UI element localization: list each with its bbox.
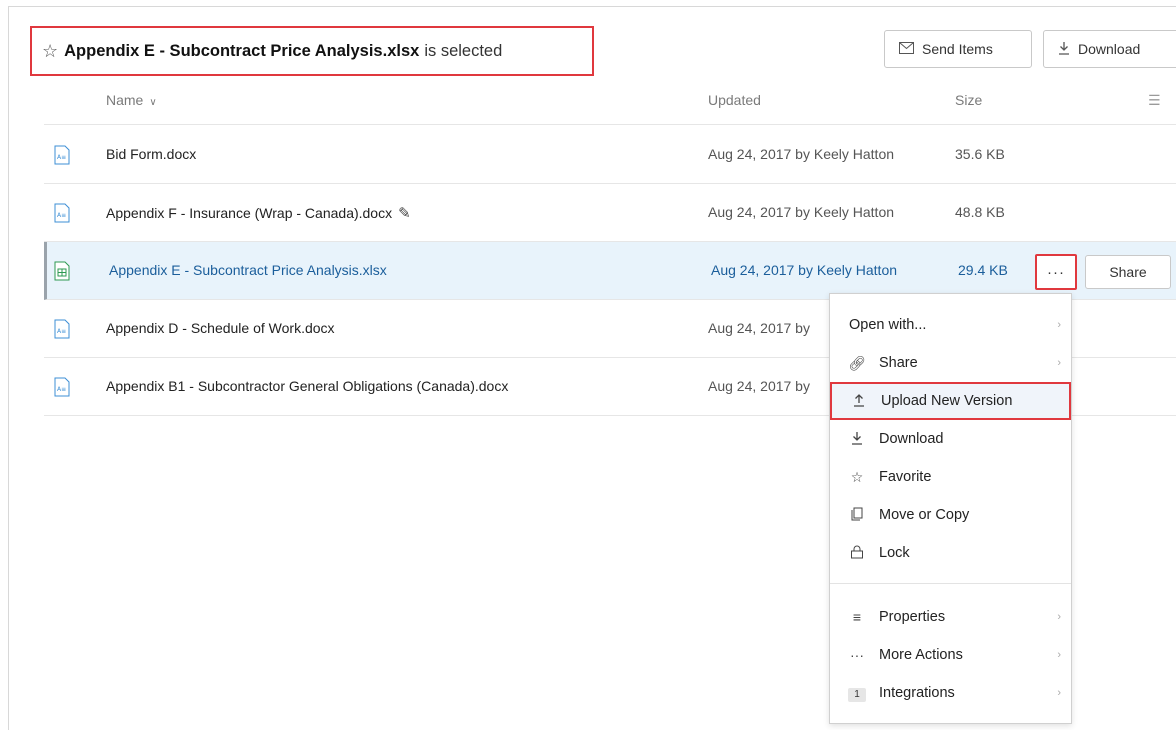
integrations-badge: 1	[848, 684, 866, 702]
file-name[interactable]: Bid Form.docx	[106, 146, 196, 162]
column-updated[interactable]: Updated	[708, 92, 761, 108]
file-updated: Aug 24, 2017 by	[708, 320, 810, 336]
star-icon: ☆	[850, 468, 864, 485]
menu-item-lock[interactable]: Lock	[830, 534, 1073, 572]
column-size[interactable]: Size	[955, 92, 982, 108]
context-menu: Open with... › 🔗︎ Share › Upload New Ver…	[829, 293, 1072, 724]
svg-text:A≡: A≡	[57, 328, 66, 335]
pencil-icon: ✎	[398, 205, 411, 222]
file-size: 35.6 KB	[955, 146, 1005, 162]
upload-icon	[850, 393, 868, 410]
menu-item-upload-new-version[interactable]: Upload New Version	[830, 382, 1071, 420]
menu-item-properties[interactable]: ≡ Properties ›	[830, 598, 1073, 636]
xlsx-file-icon	[54, 261, 70, 281]
file-name[interactable]: Appendix B1 - Subcontractor General Obli…	[106, 378, 508, 394]
docx-file-icon: A≡	[54, 145, 70, 165]
table-row[interactable]: A≡ Appendix F - Insurance (Wrap - Canada…	[44, 184, 1176, 242]
column-name[interactable]: Name ∨	[106, 92, 157, 108]
file-name[interactable]: Appendix F - Insurance (Wrap - Canada).d…	[106, 205, 392, 221]
file-updated: Aug 24, 2017 by Keely Hatton	[711, 262, 898, 278]
menu-divider	[830, 583, 1071, 584]
file-updated: Aug 24, 2017 by Keely Hatton	[708, 204, 895, 220]
file-name[interactable]: Appendix E - Subcontract Price Analysis.…	[109, 262, 387, 278]
menu-item-more-actions[interactable]: ··· More Actions ›	[830, 636, 1073, 674]
menu-item-open-with[interactable]: Open with... ›	[830, 306, 1073, 344]
chevron-down-icon: ∨	[149, 97, 157, 108]
selected-suffix: is selected	[424, 41, 503, 60]
chevron-right-icon: ›	[1057, 649, 1061, 661]
chevron-right-icon: ›	[1057, 357, 1061, 369]
table-row-selected[interactable]: Appendix E - Subcontract Price Analysis.…	[44, 242, 1176, 300]
file-name[interactable]: Appendix D - Schedule of Work.docx	[106, 320, 335, 336]
menu-item-move-or-copy[interactable]: Move or Copy	[830, 496, 1073, 534]
envelope-icon	[899, 41, 914, 57]
table-row[interactable]: A≡ Bid Form.docx Aug 24, 2017 by Keely H…	[44, 126, 1176, 184]
chevron-right-icon: ›	[1057, 319, 1061, 331]
svg-text:A≡: A≡	[57, 212, 66, 219]
download-button[interactable]: Download	[1043, 30, 1176, 68]
star-icon[interactable]: ☆	[42, 41, 58, 62]
download-icon	[848, 431, 866, 448]
share-button[interactable]: Share	[1085, 255, 1171, 289]
file-name-row[interactable]: Appendix F - Insurance (Wrap - Canada).d…	[106, 204, 411, 222]
svg-text:A≡: A≡	[57, 386, 66, 393]
svg-text:A≡: A≡	[57, 154, 66, 161]
selected-file-name: Appendix E - Subcontract Price Analysis.…	[64, 41, 420, 60]
menu-item-download[interactable]: Download	[830, 420, 1073, 458]
chevron-right-icon: ›	[1057, 687, 1061, 699]
download-label: Download	[1078, 41, 1141, 57]
docx-file-icon: A≡	[54, 319, 70, 339]
more-options-button[interactable]: ···	[1035, 254, 1077, 290]
copy-icon	[848, 507, 866, 524]
menu-item-integrations[interactable]: 1 Integrations ›	[830, 674, 1073, 712]
list-view-icon[interactable]: ☰	[1148, 92, 1161, 109]
table-header: Name ∨ Updated Size ☰	[44, 78, 1176, 125]
download-icon	[1058, 41, 1070, 58]
file-updated: Aug 24, 2017 by	[708, 378, 810, 394]
lock-icon	[848, 545, 866, 562]
file-size: 29.4 KB	[958, 262, 1008, 278]
file-size: 48.8 KB	[955, 204, 1005, 220]
properties-icon: ≡	[852, 609, 862, 625]
more-icon: ···	[850, 647, 864, 663]
docx-file-icon: A≡	[54, 203, 70, 223]
menu-item-share[interactable]: 🔗︎ Share ›	[830, 344, 1073, 382]
link-icon: 🔗︎	[848, 354, 866, 371]
menu-item-favorite[interactable]: ☆ Favorite	[830, 458, 1073, 496]
send-items-button[interactable]: Send Items	[884, 30, 1032, 68]
send-items-label: Send Items	[922, 41, 993, 57]
file-updated: Aug 24, 2017 by Keely Hatton	[708, 146, 895, 162]
selection-header: ☆ Appendix E - Subcontract Price Analysi…	[30, 26, 594, 76]
chevron-right-icon: ›	[1057, 611, 1061, 623]
docx-file-icon: A≡	[54, 377, 70, 397]
